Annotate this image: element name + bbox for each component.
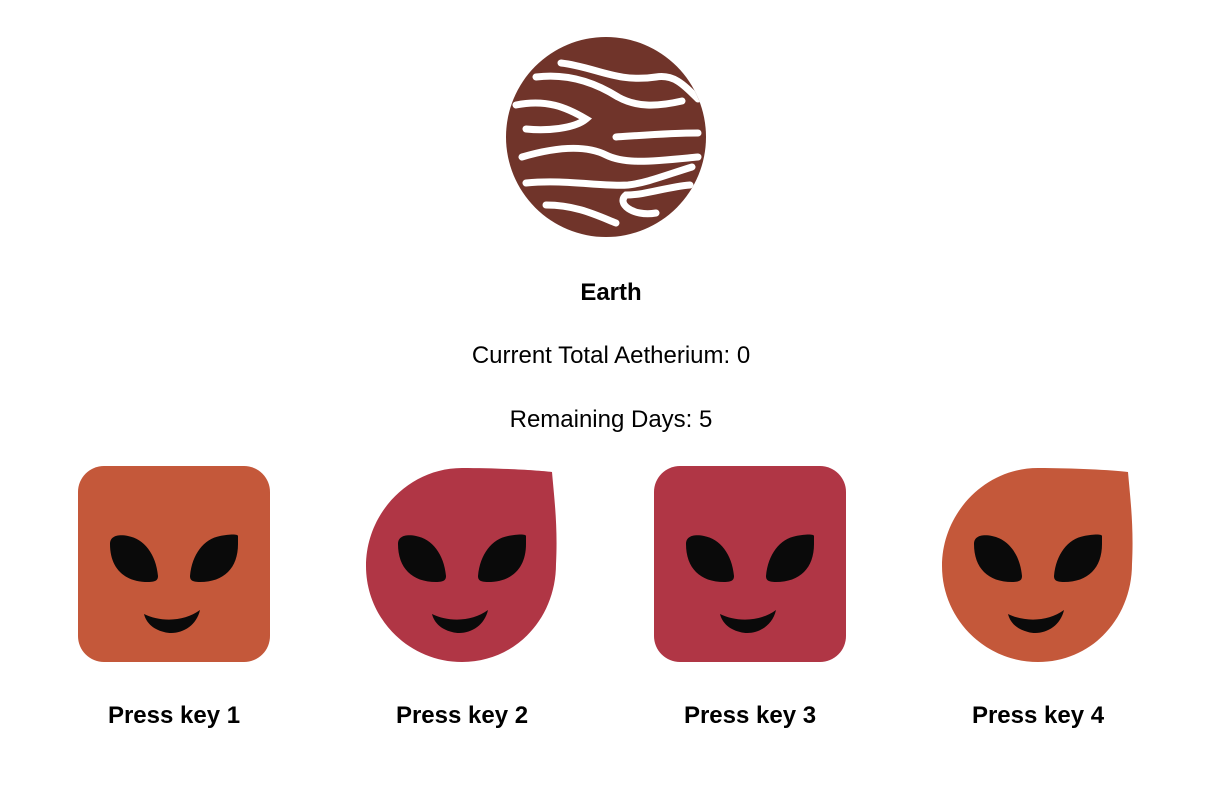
alien-option-1[interactable] — [78, 466, 270, 662]
alien-option-2[interactable] — [366, 466, 558, 662]
key-label-3: Press key 3 — [683, 702, 817, 729]
remaining-days: Remaining Days: 5 — [509, 406, 713, 433]
alien-option-3[interactable] — [654, 466, 846, 662]
planet-body — [506, 37, 706, 237]
alien-option-4[interactable] — [942, 466, 1134, 662]
key-label-1: Press key 1 — [107, 702, 241, 729]
planet-icon — [506, 37, 706, 237]
planet-name: Earth — [580, 279, 642, 306]
key-label-4: Press key 4 — [971, 702, 1105, 729]
aetherium-total: Current Total Aetherium: 0 — [471, 342, 751, 369]
key-label-2: Press key 2 — [395, 702, 529, 729]
